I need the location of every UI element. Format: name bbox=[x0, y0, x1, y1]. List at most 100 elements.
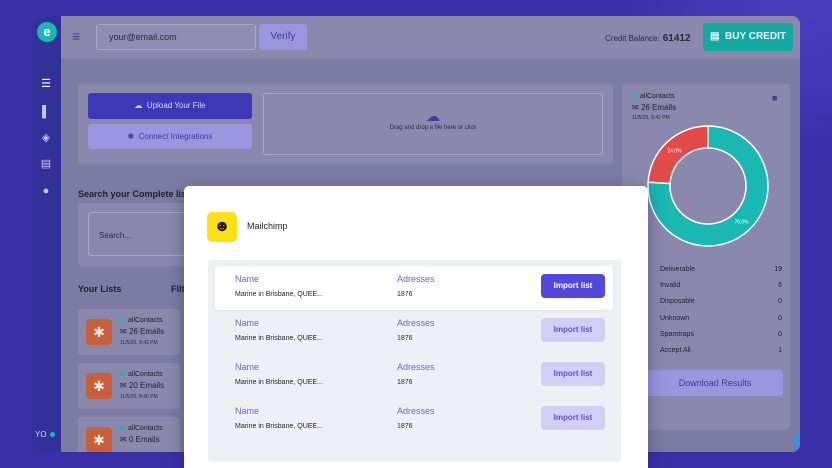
list-item[interactable]: ✱ allContacts ✉ 20 Emails 11/5/20, 8:40 … bbox=[78, 363, 180, 409]
table-row: Name Adresses Marine in Brisbane, QUEE..… bbox=[215, 398, 613, 442]
stat-label: Accept All bbox=[660, 347, 691, 354]
list-date: 11/5/20, 8:40 PM bbox=[120, 394, 158, 400]
import-list-button[interactable]: Import list bbox=[541, 274, 605, 298]
connect-label: Connect Integrations bbox=[138, 132, 213, 141]
row-addresses: 1876 bbox=[397, 335, 413, 342]
credit-balance: Credit Balance: 61412 bbox=[605, 33, 691, 44]
col-name-label: Name bbox=[235, 274, 260, 284]
buy-credit-button[interactable]: ▤ BUY CREDIT bbox=[703, 23, 793, 51]
user-status[interactable]: YO bbox=[35, 430, 55, 439]
credit-label: Credit Balance: bbox=[605, 34, 660, 43]
stat-row-deliverable: Deliverable 19 bbox=[660, 266, 782, 273]
card-icon: ▤ bbox=[710, 31, 720, 42]
list-name-text: allContacts bbox=[128, 425, 163, 432]
list-count: ✉ 20 Emails bbox=[120, 381, 164, 390]
search-input[interactable]: Search... bbox=[88, 212, 188, 256]
results-date: 11/5/20, 8:42 PM bbox=[632, 115, 670, 121]
trash-icon[interactable]: ■ bbox=[772, 93, 777, 103]
stat-value: 0 bbox=[778, 298, 782, 306]
table-row: Name Adresses Marine in Brisbane, QUEE..… bbox=[215, 310, 613, 354]
email-input[interactable]: your@email.com bbox=[96, 24, 256, 50]
row-addresses: 1876 bbox=[397, 423, 413, 430]
list-count-text: 26 Emails bbox=[128, 327, 165, 336]
stat-row-invalid: Invalid 6 bbox=[660, 282, 782, 289]
stat-label: Unknown bbox=[660, 314, 690, 322]
results-count: ✉ 26 Emails bbox=[632, 103, 676, 112]
stat-row-accept-all: Accept All 1 bbox=[660, 347, 782, 354]
upload-label: Upload Your File bbox=[146, 101, 206, 110]
drop-zone[interactable]: ☁ Drag and drop a file here or click bbox=[263, 93, 603, 155]
list-name-text: allContacts bbox=[128, 317, 163, 324]
stat-row-spamtraps: Spamtraps 0 bbox=[660, 331, 782, 338]
verify-button[interactable]: Verify bbox=[259, 24, 307, 50]
list-name: allContacts bbox=[120, 317, 163, 324]
import-list-button[interactable]: Import list bbox=[541, 362, 605, 386]
mailchimp-modal: ☻ Mailchimp Name Adresses Marine in Bris… bbox=[184, 186, 648, 468]
stat-value: 1 bbox=[778, 347, 782, 354]
list-name: allContacts bbox=[120, 371, 163, 378]
stat-label: Deliverable bbox=[660, 266, 696, 273]
hubspot-icon: ✱ bbox=[86, 319, 112, 345]
chart-icon[interactable]: ▌ bbox=[38, 105, 54, 119]
row-name: Marine in Brisbane, QUEE... bbox=[235, 423, 323, 430]
box-icon[interactable]: ◈ bbox=[38, 131, 54, 145]
app-logo: e bbox=[37, 22, 57, 42]
status-dot bbox=[632, 94, 636, 98]
row-name: Marine in Brisbane, QUEE... bbox=[235, 335, 323, 342]
upload-file-button[interactable]: ☁ Upload Your File bbox=[88, 93, 252, 119]
cloud-upload-icon: ☁ bbox=[426, 108, 440, 124]
col-name-label: Name bbox=[235, 362, 260, 372]
cloud-upload-icon: ☁ bbox=[134, 101, 143, 110]
stat-label: Disposable bbox=[660, 298, 695, 306]
stat-row-unknown: Unknown 0 bbox=[660, 315, 782, 322]
user-icon[interactable]: ● bbox=[38, 184, 54, 198]
col-addresses-label: Adresses bbox=[397, 274, 435, 284]
card-icon[interactable]: ▤ bbox=[38, 157, 54, 171]
col-addresses-label: Adresses bbox=[397, 406, 435, 416]
results-name-text: allContacts bbox=[640, 93, 675, 100]
list-name-text: allContacts bbox=[128, 371, 163, 378]
col-addresses-label: Adresses bbox=[397, 318, 435, 328]
row-name: Marine in Brisbane, QUEE... bbox=[235, 379, 323, 386]
lists-heading: Your Lists bbox=[78, 284, 122, 294]
stat-value: 19 bbox=[774, 266, 782, 273]
results-name: allContacts bbox=[632, 93, 675, 100]
lists-icon[interactable]: ☰ bbox=[38, 77, 54, 91]
status-dot bbox=[120, 318, 124, 322]
mail-icon: ✉ bbox=[120, 327, 127, 336]
mailchimp-logo-icon: ☻ bbox=[207, 212, 237, 242]
row-name: Marine in Brisbane, QUEE... bbox=[235, 291, 323, 298]
chat-icon[interactable]: ▭ bbox=[793, 430, 800, 452]
download-results-button[interactable]: Download Results bbox=[647, 370, 783, 396]
hubspot-icon: ✱ bbox=[86, 427, 112, 452]
modal-title: Mailchimp bbox=[247, 221, 288, 231]
sidebar: e ☰ ▌ ◈ ▤ ● YO bbox=[32, 16, 61, 452]
row-addresses: 1876 bbox=[397, 379, 413, 386]
stat-value: 6 bbox=[778, 282, 782, 290]
donut-slice bbox=[647, 125, 709, 185]
results-donut-chart: 24.0% 76.0% bbox=[647, 125, 769, 247]
col-addresses-label: Adresses bbox=[397, 362, 435, 372]
status-dot bbox=[120, 426, 124, 430]
list-count: ✉ 0 Emails bbox=[120, 435, 160, 444]
donut-label: 76.0% bbox=[734, 220, 749, 226]
search-heading: Search your Complete list bbox=[78, 189, 190, 199]
status-dot bbox=[120, 372, 124, 376]
list-item[interactable]: ✱ allContacts ✉ 26 Emails 11/5/20, 8:42 … bbox=[78, 309, 180, 355]
mail-icon: ✉ bbox=[120, 435, 127, 444]
list-item[interactable]: ✱ allContacts ✉ 0 Emails bbox=[78, 417, 180, 452]
results-count-text: 26 Emails bbox=[640, 103, 677, 112]
plug-icon: ✱ bbox=[127, 132, 135, 141]
menu-icon[interactable]: ≡ bbox=[72, 28, 80, 44]
col-name-label: Name bbox=[235, 406, 260, 416]
list-count-text: 0 Emails bbox=[128, 435, 160, 444]
stat-label: Invalid bbox=[660, 282, 681, 290]
donut-label: 24.0% bbox=[667, 148, 682, 154]
connect-integrations-button[interactable]: ✱ Connect Integrations bbox=[88, 124, 252, 149]
user-initials: YO bbox=[35, 430, 47, 439]
import-list-button[interactable]: Import list bbox=[541, 406, 605, 430]
table-row: Name Adresses Marine in Brisbane, QUEE..… bbox=[215, 354, 613, 398]
list-count-text: 20 Emails bbox=[128, 381, 165, 390]
list-name: allContacts bbox=[120, 425, 163, 432]
import-list-button[interactable]: Import list bbox=[541, 318, 605, 342]
